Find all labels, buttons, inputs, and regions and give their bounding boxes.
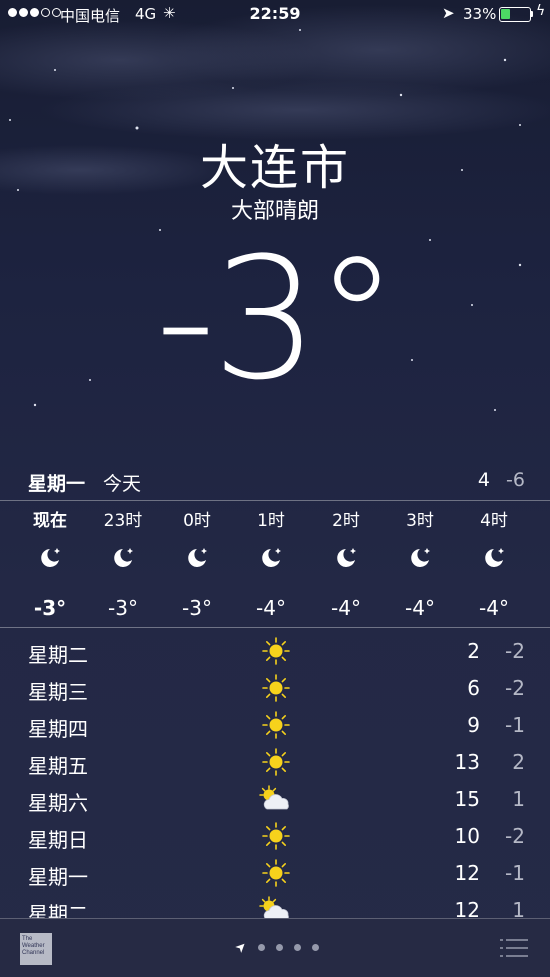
sun-icon (258, 633, 294, 669)
daily-row: 星期二 2 -2 (0, 633, 550, 669)
hour-label: 1时 (257, 511, 285, 531)
day-name: 星期一 (28, 865, 88, 889)
moon-star-icon (457, 534, 531, 582)
day-high: 6 (467, 676, 480, 700)
partly-cloudy-icon (258, 781, 294, 817)
day-high: 10 (454, 824, 480, 848)
battery-tip (531, 11, 533, 17)
day-high: 12 (454, 861, 480, 885)
day-name: 星期六 (28, 791, 88, 815)
divider (0, 500, 550, 501)
moon-star-icon (13, 534, 87, 582)
hour-temperature: -3° (108, 596, 138, 620)
daily-row: 星期四 9 -1 (0, 707, 550, 743)
hour-label: 4时 (480, 511, 508, 531)
hour-temperature: -4° (405, 596, 435, 620)
hourly-item: 1时 -4° (234, 508, 308, 620)
today-high: 4 (477, 469, 490, 491)
moon-star-icon (160, 534, 234, 582)
day-name: 星期二 (28, 643, 88, 667)
charging-bolt-icon: ϟ (536, 3, 546, 19)
sun-icon (258, 707, 294, 743)
bottom-toolbar: The Weather Channel ➤ (0, 918, 550, 977)
hour-temperature: -4° (256, 596, 286, 620)
day-high: 2 (467, 639, 480, 663)
hour-temperature: -4° (331, 596, 361, 620)
hour-label: 现在 (33, 511, 67, 531)
moon-star-icon (309, 534, 383, 582)
day-name: 星期四 (28, 717, 88, 741)
day-low: -2 (505, 639, 525, 663)
hour-label: 2时 (332, 511, 360, 531)
day-name: 星期三 (28, 680, 88, 704)
status-bar: 中国电信 4G ✳ 22:59 ➤ 33% ϟ (0, 0, 550, 30)
city-list-icon[interactable] (500, 937, 528, 959)
daily-row: 星期六 15 1 (0, 781, 550, 817)
sun-icon (258, 818, 294, 854)
sun-icon (258, 744, 294, 780)
battery-percent: 33% (463, 5, 497, 23)
day-low: 2 (512, 750, 525, 774)
day-high: 13 (454, 750, 480, 774)
daily-row: 星期日 10 -2 (0, 818, 550, 854)
location-arrow-icon: ➤ (442, 4, 455, 22)
day-name: 星期五 (28, 754, 88, 778)
hourly-item: 2时 -4° (309, 508, 383, 620)
daily-row: 星期三 6 -2 (0, 670, 550, 706)
page-dot (275, 944, 283, 951)
hour-temperature: -3° (33, 596, 67, 620)
moon-star-icon (383, 534, 457, 582)
today-day: 星期一 (28, 473, 86, 495)
day-low: -1 (505, 861, 525, 885)
sun-icon (258, 670, 294, 706)
day-high: 15 (454, 787, 480, 811)
current-temperature: -3° (155, 221, 399, 417)
location-arrow-icon: ➤ (232, 938, 251, 957)
sun-icon (258, 855, 294, 891)
moon-star-icon (234, 534, 308, 582)
battery-icon (499, 7, 531, 22)
day-low: -2 (505, 676, 525, 700)
day-name: 星期日 (28, 828, 88, 852)
today-label: 今天 (103, 473, 142, 495)
hour-temperature: -3° (182, 596, 212, 620)
city-name: 大连市 (199, 140, 350, 196)
weather-channel-logo[interactable]: The Weather Channel (20, 933, 52, 965)
page-dot (257, 944, 265, 951)
hourly-item: 4时 -4° (457, 508, 531, 620)
page-dot (311, 944, 319, 951)
hourly-item: 3时 -4° (383, 508, 457, 620)
daily-row: 星期一 12 -1 (0, 855, 550, 891)
today-summary: 星期一 今天 4 -6 (0, 464, 550, 500)
divider (0, 627, 550, 628)
hourly-item: 现在 -3° (13, 508, 87, 620)
hourly-item: 23时 -3° (86, 508, 160, 620)
moon-star-icon (86, 534, 160, 582)
hour-label: 3时 (406, 511, 434, 531)
day-high: 9 (467, 713, 480, 737)
today-low: -6 (506, 469, 525, 491)
hourly-item: 0时 -3° (160, 508, 234, 620)
page-dot (293, 944, 301, 951)
day-low: 1 (512, 787, 525, 811)
page-indicator[interactable]: ➤ (232, 938, 319, 957)
hour-temperature: -4° (479, 596, 509, 620)
hour-label: 0时 (183, 511, 211, 531)
day-low: -1 (505, 713, 525, 737)
daily-row: 星期五 13 2 (0, 744, 550, 780)
hour-label: 23时 (103, 511, 143, 531)
day-low: -2 (505, 824, 525, 848)
